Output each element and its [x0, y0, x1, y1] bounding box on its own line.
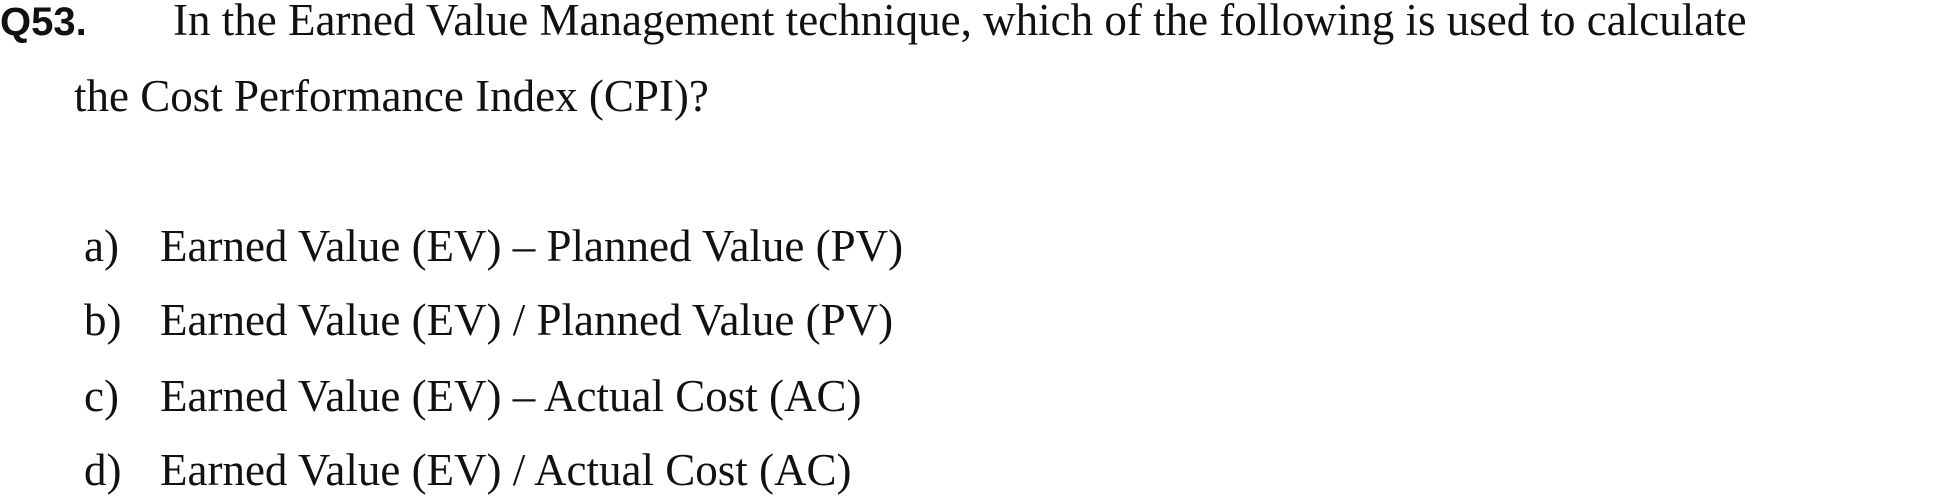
- question-text-line-1: In the Earned Value Management technique…: [173, 0, 1747, 45]
- option-letter: a): [84, 221, 119, 271]
- option-a[interactable]: a) Earned Value (EV) – Planned Value (PV…: [0, 220, 1934, 280]
- option-text: Earned Value (EV) – Planned Value (PV): [160, 221, 904, 271]
- option-letter: b): [84, 295, 122, 345]
- option-text: Earned Value (EV) – Actual Cost (AC): [160, 371, 862, 421]
- option-b[interactable]: b) Earned Value (EV) / Planned Value (PV…: [0, 294, 1934, 354]
- question-number: Q53.: [0, 0, 87, 44]
- option-text: Earned Value (EV) / Planned Value (PV): [160, 295, 894, 345]
- option-letter: c): [84, 371, 119, 421]
- option-c[interactable]: c) Earned Value (EV) – Actual Cost (AC): [0, 370, 1934, 430]
- option-letter: d): [84, 445, 122, 495]
- question-text-line-2: the Cost Performance Index (CPI)?: [74, 71, 709, 121]
- option-d[interactable]: d) Earned Value (EV) / Actual Cost (AC): [0, 444, 1934, 504]
- question-page: { "question": { "number": "Q53.", "text_…: [0, 0, 1934, 496]
- option-text: Earned Value (EV) / Actual Cost (AC): [160, 445, 852, 495]
